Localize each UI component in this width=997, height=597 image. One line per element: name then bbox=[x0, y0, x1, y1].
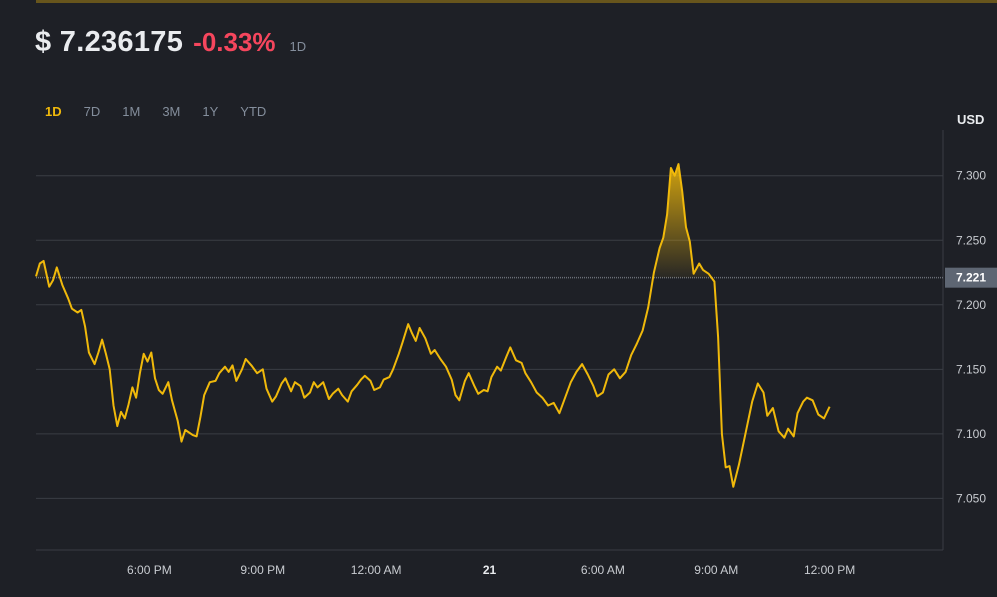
y-tick-label: 7.200 bbox=[956, 298, 986, 312]
x-tick-label: 9:00 PM bbox=[240, 563, 285, 577]
y-tick-label: 7.050 bbox=[956, 491, 986, 505]
x-tick-label: 21 bbox=[483, 563, 497, 577]
above-reference-fill bbox=[36, 164, 712, 278]
x-tick-label: 6:00 PM bbox=[127, 563, 172, 577]
reference-label: 7.221 bbox=[956, 271, 986, 285]
price-chart[interactable]: 7.300 7.250 7.200 7.150 7.100 7.050 USD 7.221 6:… bbox=[0, 0, 997, 592]
currency-label: USD bbox=[957, 112, 984, 127]
x-tick-label: 12:00 AM bbox=[351, 563, 402, 577]
y-tick-label: 7.300 bbox=[956, 169, 986, 183]
x-tick-label: 12:00 PM bbox=[804, 563, 855, 577]
price-line bbox=[35, 163, 831, 488]
y-tick-label: 7.150 bbox=[956, 362, 986, 376]
chart-svg: 7.300 7.250 7.200 7.150 7.100 7.050 USD 7.221 6:… bbox=[35, 112, 997, 577]
x-tick-label: 9:00 AM bbox=[694, 563, 738, 577]
y-tick-label: 7.250 bbox=[956, 233, 986, 247]
x-tick-label: 6:00 AM bbox=[581, 563, 625, 577]
y-tick-label: 7.100 bbox=[956, 427, 986, 441]
